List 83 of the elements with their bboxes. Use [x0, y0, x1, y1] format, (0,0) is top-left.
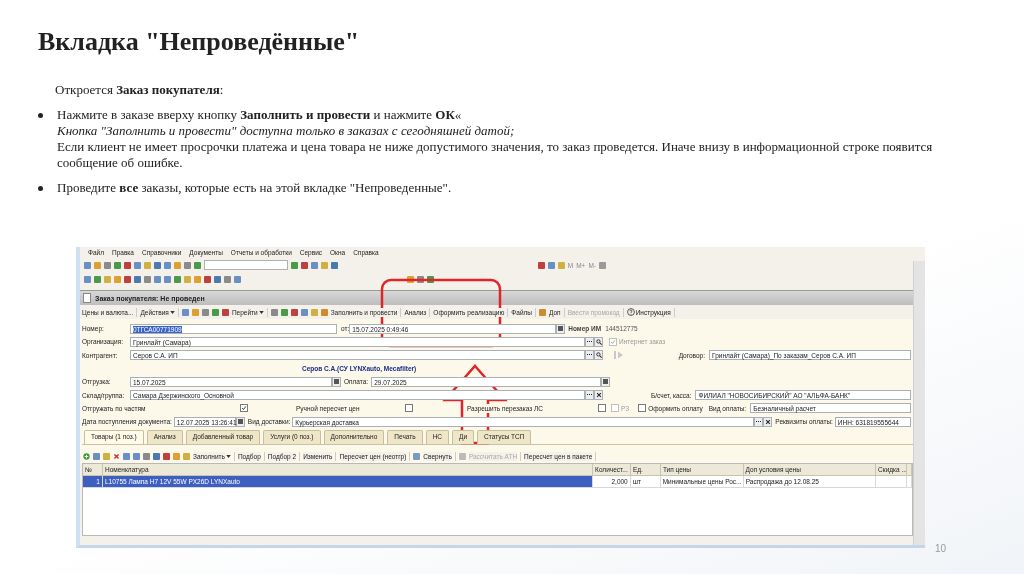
square-icon[interactable]	[84, 261, 91, 269]
square-icon	[458, 453, 466, 460]
bullet-text: Нажмите в заказе вверху кнопку Заполнить и провести и нажмите ОК«	[57, 107, 463, 123]
caret-icon	[169, 310, 175, 314]
square-icon[interactable]	[291, 261, 298, 269]
bullet-icon	[38, 113, 43, 118]
square-icon[interactable]	[211, 308, 219, 316]
square-icon[interactable]	[174, 275, 181, 283]
checkbox[interactable]	[598, 404, 606, 413]
document-icon	[83, 293, 91, 303]
square-icon[interactable]	[164, 261, 171, 269]
square-icon[interactable]	[134, 261, 141, 269]
square-icon[interactable]	[331, 261, 338, 269]
search-field[interactable]	[204, 260, 288, 270]
slide-title: Вкладка "Непроведённые"	[38, 26, 360, 58]
page-number: 10	[935, 543, 947, 554]
square-icon[interactable]	[114, 261, 121, 269]
calendar-button[interactable]	[235, 416, 245, 427]
square-icon[interactable]	[84, 275, 91, 283]
select-button[interactable]	[585, 350, 594, 361]
add-icon[interactable]	[83, 453, 90, 460]
square-icon	[413, 453, 421, 460]
square-icon[interactable]	[599, 261, 606, 269]
bullet-text: Кнопка "Заполнить и провести" доступна только в заказах с сегодняшней датой;	[57, 123, 516, 139]
checkbox[interactable]	[638, 404, 647, 413]
square-icon[interactable]	[201, 308, 209, 316]
square-icon[interactable]	[234, 275, 241, 283]
bullet-text: Проведите все заказы, которые есть на этой вкладке "Непроведенные".	[57, 180, 453, 196]
calendar-button[interactable]	[556, 323, 566, 334]
intro-text: Откроется Заказ покупателя:	[55, 82, 224, 98]
square-icon	[539, 308, 546, 316]
bullet-icon	[38, 186, 43, 191]
scrollbar[interactable]	[913, 261, 925, 545]
select-button[interactable]	[585, 336, 594, 347]
square-icon[interactable]	[144, 275, 151, 283]
caret-icon	[225, 455, 231, 458]
square-icon[interactable]	[547, 261, 555, 269]
square-icon[interactable]	[184, 261, 191, 269]
search-button[interactable]	[594, 336, 603, 347]
calendar-button[interactable]	[332, 376, 341, 387]
square-icon[interactable]	[417, 275, 424, 283]
square-icon[interactable]	[124, 275, 131, 283]
bullet-text: Если клиент не имеет просрочки платежа и цена товара не ниже допустимого значения, то заказ проведется. Иначе внизу в информационной строке появится сообщение об ошибке.	[57, 139, 934, 171]
play-icon[interactable]	[613, 350, 625, 361]
square-icon[interactable]	[124, 261, 131, 269]
square-icon[interactable]	[134, 275, 141, 283]
square-icon[interactable]	[301, 261, 308, 269]
square-icon[interactable]	[290, 308, 298, 316]
square-icon[interactable]	[191, 308, 199, 316]
square-icon[interactable]	[300, 308, 308, 316]
square-icon[interactable]	[114, 275, 121, 283]
square-icon[interactable]	[221, 308, 229, 316]
square-icon[interactable]	[194, 261, 201, 269]
square-icon[interactable]	[94, 261, 101, 269]
square-icon[interactable]	[94, 275, 101, 283]
square-icon[interactable]	[154, 261, 161, 269]
square-icon[interactable]	[104, 261, 111, 269]
select-button[interactable]	[754, 416, 764, 427]
square-icon[interactable]	[427, 275, 434, 283]
square-icon[interactable]	[174, 261, 181, 269]
square-icon[interactable]	[537, 261, 545, 269]
square-icon[interactable]	[164, 275, 171, 283]
search-button[interactable]	[594, 350, 603, 361]
square-icon[interactable]	[311, 261, 318, 269]
square-icon	[320, 308, 328, 316]
checkbox[interactable]	[405, 404, 413, 413]
help-icon	[626, 308, 635, 316]
square-icon[interactable]	[181, 308, 189, 316]
square-icon[interactable]	[204, 275, 211, 283]
square-icon[interactable]	[407, 275, 414, 283]
checkbox[interactable]	[240, 404, 248, 413]
square-icon[interactable]	[280, 308, 288, 316]
square-icon[interactable]	[270, 308, 278, 316]
square-icon[interactable]	[154, 275, 161, 283]
square-icon[interactable]	[214, 275, 221, 283]
caret-icon	[258, 310, 264, 314]
square-icon[interactable]	[194, 275, 201, 283]
select-button[interactable]	[585, 390, 594, 401]
calendar-button[interactable]	[601, 376, 611, 387]
square-icon[interactable]	[224, 275, 231, 283]
delete-icon[interactable]	[113, 453, 120, 460]
clear-button[interactable]	[594, 390, 603, 401]
clear-button[interactable]	[763, 416, 773, 427]
